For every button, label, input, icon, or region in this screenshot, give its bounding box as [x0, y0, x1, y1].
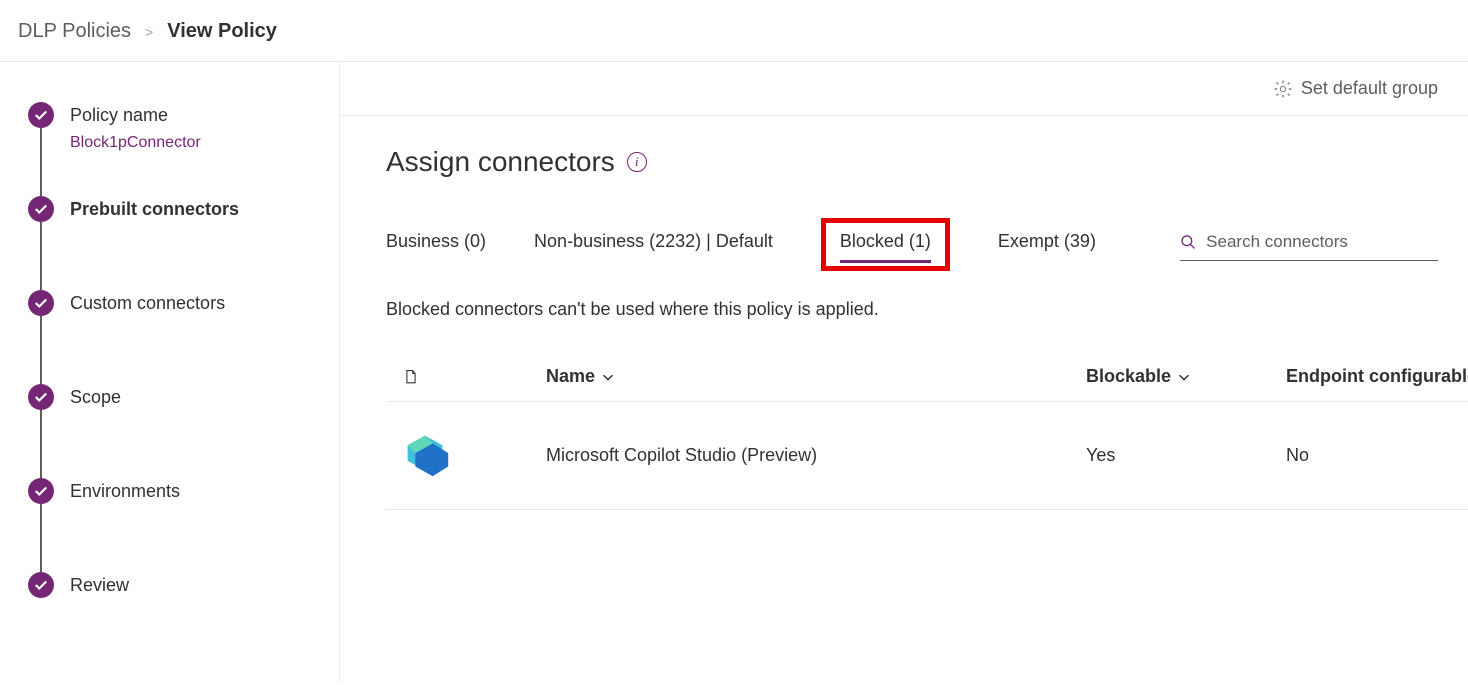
connector-blockable: Yes	[1086, 445, 1286, 466]
step-label: Policy name	[70, 102, 339, 128]
step-label: Environments	[70, 478, 339, 504]
table-row[interactable]: Microsoft Copilot Studio (Preview) Yes N…	[386, 402, 1468, 510]
check-icon	[28, 290, 54, 316]
document-icon	[404, 370, 418, 384]
check-icon	[28, 384, 54, 410]
chevron-down-icon	[1177, 370, 1191, 384]
main-panel: Set default group Assign connectors i Bu…	[340, 62, 1468, 682]
check-icon	[28, 478, 54, 504]
step-prebuilt-connectors[interactable]: Prebuilt connectors	[28, 196, 339, 290]
col-blockable-header[interactable]: Blockable	[1086, 366, 1286, 387]
tab-blocked[interactable]: Blocked (1)	[821, 218, 950, 271]
breadcrumb: DLP Policies > View Policy	[0, 0, 1468, 62]
tab-description: Blocked connectors can't be used where t…	[386, 299, 1468, 320]
tab-business[interactable]: Business (0)	[386, 223, 486, 266]
search-icon	[1180, 233, 1196, 251]
step-sublabel: Block1pConnector	[70, 134, 339, 152]
col-endpoint-header[interactable]: Endpoint configurable	[1286, 366, 1468, 387]
step-review[interactable]: Review	[28, 572, 339, 598]
col-name-header[interactable]: Name	[546, 366, 1086, 387]
col-icon-header	[386, 370, 546, 384]
wizard-sidebar: Policy name Block1pConnector Prebuilt co…	[0, 62, 340, 682]
toolbar: Set default group	[340, 62, 1468, 116]
search-input[interactable]	[1206, 232, 1438, 252]
gear-icon	[1273, 79, 1293, 99]
info-icon[interactable]: i	[627, 152, 647, 172]
section-title: Assign connectors i	[386, 146, 1468, 178]
step-label: Review	[70, 572, 339, 598]
search-connectors[interactable]	[1180, 228, 1438, 261]
breadcrumb-parent[interactable]: DLP Policies	[18, 20, 131, 43]
tab-non-business[interactable]: Non-business (2232) | Default	[534, 223, 773, 266]
set-default-group-button[interactable]: Set default group	[1273, 78, 1438, 99]
tabs: Business (0) Non-business (2232) | Defau…	[386, 218, 1096, 271]
step-policy-name[interactable]: Policy name Block1pConnector	[28, 102, 339, 196]
connector-endpoint: No	[1286, 445, 1468, 466]
step-label: Prebuilt connectors	[70, 196, 339, 222]
toolbar-label: Set default group	[1301, 78, 1438, 99]
copilot-studio-icon	[396, 424, 454, 482]
connector-name: Microsoft Copilot Studio (Preview)	[546, 445, 1086, 466]
check-icon	[28, 572, 54, 598]
step-custom-connectors[interactable]: Custom connectors	[28, 290, 339, 384]
breadcrumb-separator: >	[145, 24, 153, 40]
step-scope[interactable]: Scope	[28, 384, 339, 478]
connectors-table: Name Blockable Endpoint configurable	[386, 352, 1468, 510]
check-icon	[28, 102, 54, 128]
tab-exempt[interactable]: Exempt (39)	[998, 223, 1096, 266]
breadcrumb-current: View Policy	[167, 20, 277, 43]
chevron-down-icon	[601, 370, 615, 384]
step-label: Custom connectors	[70, 290, 339, 316]
table-header-row: Name Blockable Endpoint configurable	[386, 352, 1468, 402]
check-icon	[28, 196, 54, 222]
step-label: Scope	[70, 384, 339, 410]
connector-icon-cell	[386, 424, 546, 487]
step-environments[interactable]: Environments	[28, 478, 339, 572]
